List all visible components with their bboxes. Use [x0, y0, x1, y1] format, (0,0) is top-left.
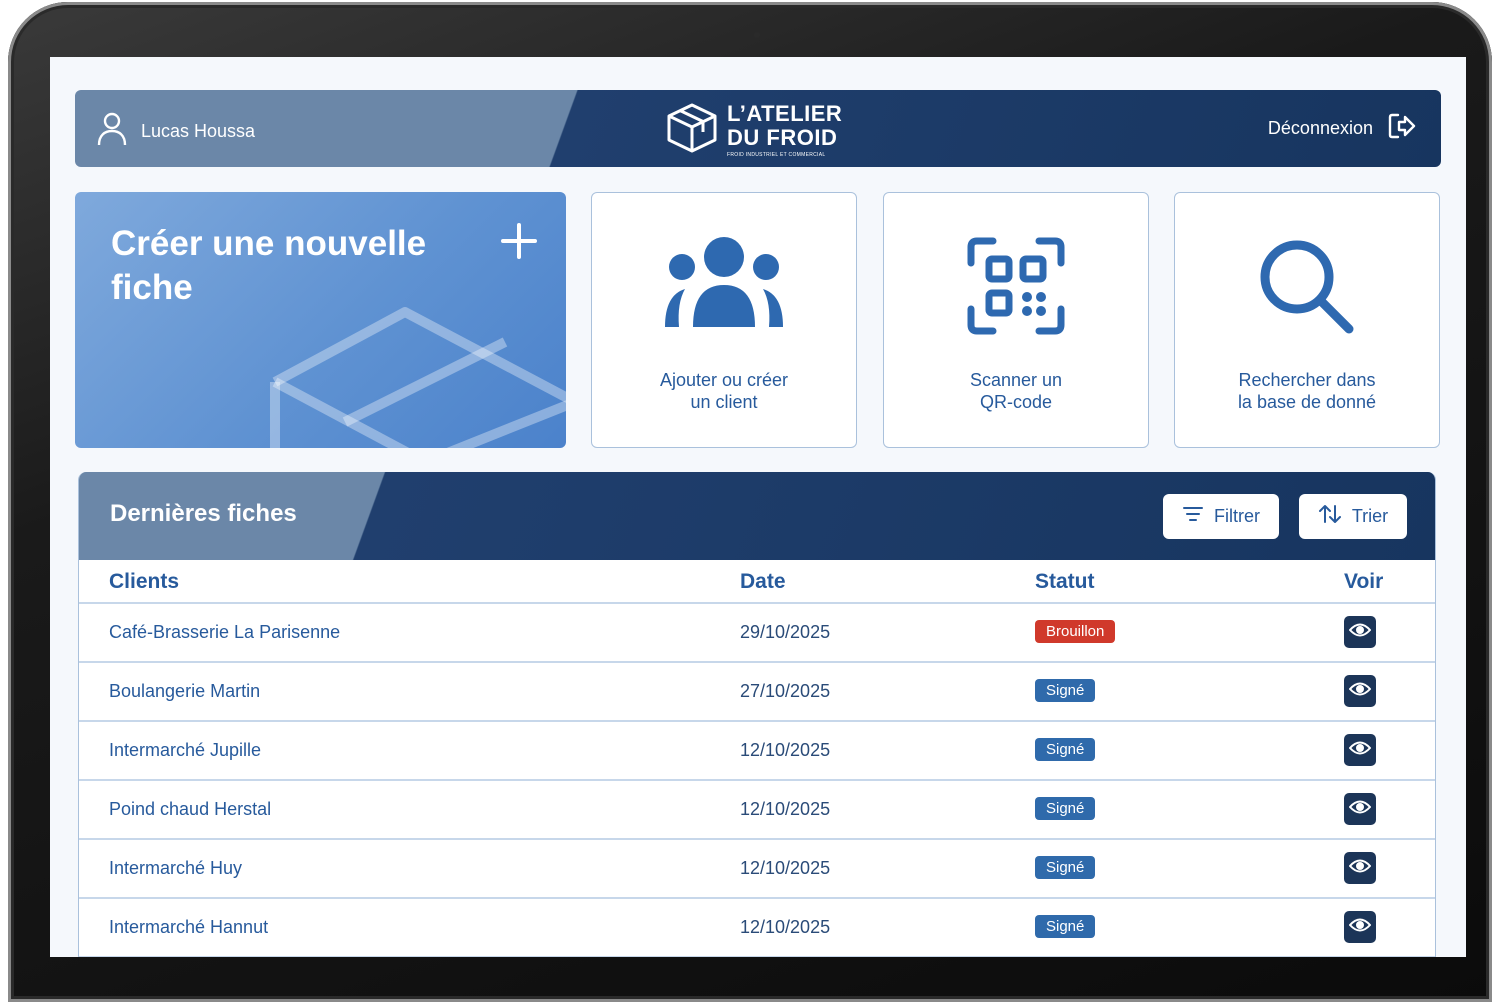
view-button[interactable] [1344, 793, 1376, 825]
view-button[interactable] [1344, 675, 1376, 707]
recent-sheets-title: Dernières fiches [110, 500, 297, 527]
table-row: Intermarché Huy 12/10/2025 Signé [79, 840, 1435, 899]
column-clients: Clients [109, 570, 180, 593]
column-status: Statut [1035, 570, 1095, 593]
users-icon [663, 237, 785, 334]
search-database-tile[interactable]: Rechercher dans la base de donné [1174, 192, 1440, 448]
row-date: 12/10/2025 [740, 917, 831, 937]
sort-icon [1318, 504, 1342, 529]
sort-label: Trier [1351, 506, 1389, 526]
create-sheet-label: Créer une nouvelle fiche [111, 224, 427, 307]
search-icon [1257, 237, 1357, 342]
row-date: 12/10/2025 [740, 799, 831, 819]
status-badge: Signé [1035, 679, 1096, 702]
table-header: Clients Date Statut Voir [79, 560, 1435, 604]
row-client[interactable]: Intermarché Huy [109, 858, 242, 879]
row-date: 27/10/2025 [740, 681, 831, 701]
row-client[interactable]: Café-Brasserie La Parisenne [109, 622, 340, 643]
filter-button[interactable]: Filtrer [1163, 494, 1279, 539]
sort-button[interactable]: Trier [1299, 494, 1407, 539]
scan-qr-label: Scanner un QR-code [969, 370, 1063, 412]
add-client-label: Ajouter ou créer un client [659, 370, 789, 412]
logout-icon [1387, 112, 1417, 145]
view-button[interactable] [1344, 911, 1376, 943]
recent-sheets-panel: Dernières fiches Filtrer Trier Clients D… [78, 472, 1436, 957]
logout-label: Déconnexion [1267, 118, 1373, 138]
status-badge: Signé [1035, 797, 1096, 820]
row-client[interactable]: Poind chaud Herstal [109, 799, 271, 820]
view-button[interactable] [1344, 616, 1376, 648]
top-header: Lucas Houssa L’ATELIER DU FROID FROID IN… [75, 90, 1441, 167]
sheets-table-body: Café-Brasserie La Parisenne 29/10/2025 B… [79, 604, 1435, 957]
table-row: Boulangerie Martin 27/10/2025 Signé [79, 663, 1435, 722]
row-client[interactable]: Intermarché Jupille [109, 740, 261, 761]
status-badge: Brouillon [1035, 620, 1116, 643]
decorative-box-outline [265, 302, 566, 448]
filter-icon [1182, 505, 1204, 528]
eye-icon [1348, 681, 1372, 702]
filter-label: Filtrer [1214, 506, 1260, 526]
user-icon [97, 112, 127, 151]
laptop-frame: Lucas Houssa L’ATELIER DU FROID FROID IN… [8, 2, 1492, 1002]
search-database-label: Rechercher dans la base de donné [1237, 370, 1377, 412]
brand-logo: L’ATELIER DU FROID FROID INDUSTRIEL ET C… [665, 102, 842, 159]
table-row: Intermarché Jupille 12/10/2025 Signé [79, 722, 1435, 781]
eye-icon [1348, 917, 1372, 938]
create-sheet-tile[interactable]: Créer une nouvelle fiche [75, 192, 566, 448]
table-row: Poind chaud Herstal 12/10/2025 Signé [79, 781, 1435, 840]
eye-icon [1348, 740, 1372, 761]
logo-box-icon [665, 102, 719, 159]
user-name: Lucas Houssa [141, 121, 256, 141]
recent-sheets-header: Dernières fiches Filtrer Trier [79, 472, 1435, 560]
table-row: Intermarché Hannut 12/10/2025 Signé [79, 899, 1435, 957]
brand-tagline: FROID INDUSTRIEL ET COMMERCIAL [727, 152, 826, 158]
row-date: 12/10/2025 [740, 740, 831, 760]
user-profile[interactable]: Lucas Houssa [97, 112, 255, 151]
app-screen: Lucas Houssa L’ATELIER DU FROID FROID IN… [50, 57, 1466, 957]
status-badge: Signé [1035, 915, 1096, 938]
row-date: 12/10/2025 [740, 858, 831, 878]
view-button[interactable] [1344, 734, 1376, 766]
eye-icon [1348, 858, 1372, 879]
row-date: 29/10/2025 [740, 622, 831, 642]
column-date: Date [740, 570, 786, 593]
qr-code-icon [967, 237, 1065, 340]
table-row: Café-Brasserie La Parisenne 29/10/2025 B… [79, 604, 1435, 663]
camera [754, 32, 760, 38]
status-badge: Signé [1035, 738, 1096, 761]
eye-icon [1348, 799, 1372, 820]
add-client-tile[interactable]: Ajouter ou créer un client [591, 192, 857, 448]
row-client[interactable]: Boulangerie Martin [109, 681, 260, 702]
status-badge: Signé [1035, 856, 1096, 879]
plus-icon [500, 222, 538, 265]
eye-icon [1348, 622, 1372, 643]
brand-line1: L’ATELIER [727, 101, 843, 126]
brand-line2: DU FROID [727, 125, 838, 150]
logout-button[interactable]: Déconnexion [1268, 112, 1417, 145]
row-client[interactable]: Intermarché Hannut [109, 917, 268, 938]
scan-qr-tile[interactable]: Scanner un QR-code [883, 192, 1149, 448]
column-view: Voir [1344, 570, 1384, 593]
view-button[interactable] [1344, 852, 1376, 884]
